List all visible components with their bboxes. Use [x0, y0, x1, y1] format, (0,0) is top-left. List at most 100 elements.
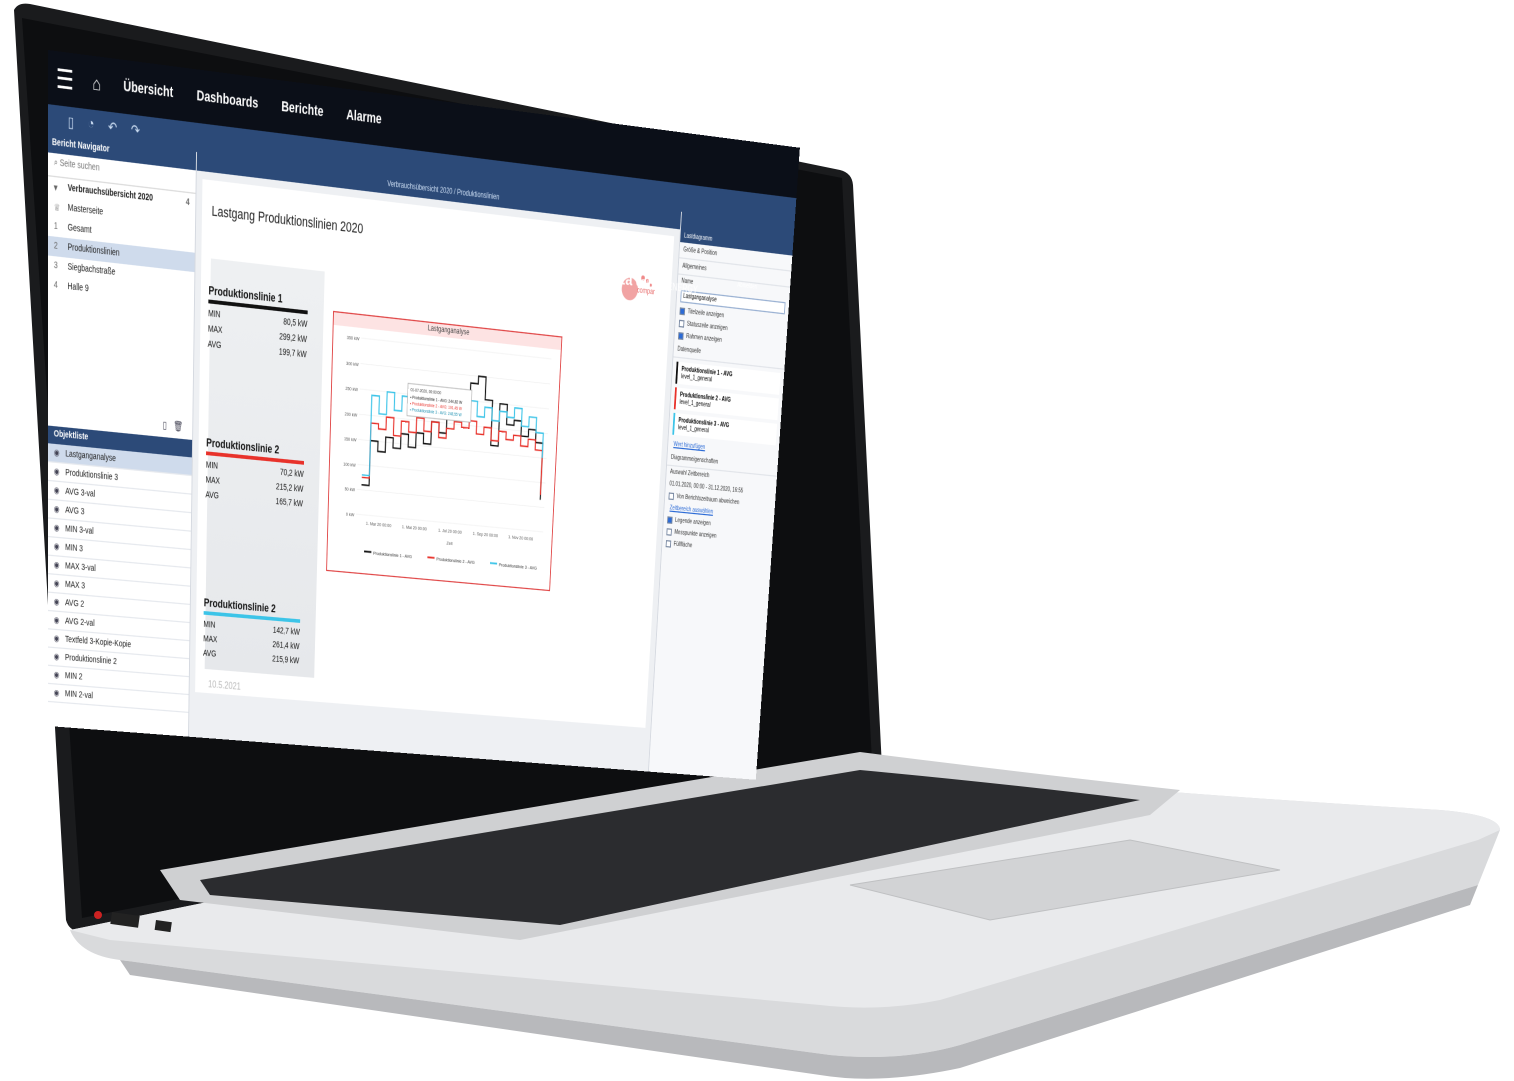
- kpi-label: MIN: [203, 620, 216, 631]
- check-label: Legende anzeigen: [674, 517, 711, 528]
- report-page: Lastgang Produktionslinien 2020 company …: [195, 179, 675, 728]
- legend-swatch: [427, 557, 434, 558]
- object-label: Produktionslinie 3: [65, 468, 119, 483]
- menu-icon[interactable]: ☰: [48, 60, 82, 98]
- object-label: MAX 3-val: [65, 561, 96, 573]
- visibility-icon[interactable]: ◉: [54, 597, 65, 608]
- nav-berichte[interactable]: Berichte: [270, 98, 336, 122]
- page-num: 2: [53, 241, 58, 252]
- visibility-icon[interactable]: ◉: [54, 634, 65, 645]
- x-tick-label: 1. Mar 20 00:00: [366, 521, 392, 530]
- object-label: AVG 3-val: [65, 487, 96, 499]
- checkbox[interactable]: [667, 516, 673, 524]
- y-tick-label: 350 kW: [347, 335, 360, 343]
- redo-icon[interactable]: ↷: [131, 121, 140, 139]
- checkbox[interactable]: [666, 528, 672, 536]
- report-canvas: Verbrauchsübersicht 2020 / Produktionsli…: [188, 152, 682, 772]
- master-label: Masterseite: [67, 203, 104, 218]
- object-label: MIN 3: [65, 543, 83, 554]
- y-tick-label: 250 kW: [345, 386, 358, 394]
- object-label: Textfeld 3-Kopie-Kopie: [64, 635, 132, 650]
- y-tick-label: 150 kW: [344, 436, 357, 443]
- y-tick-label: 50 kW: [344, 486, 355, 493]
- object-list: ◉ Lastganganalyse ◉ Produktionslinie 3 ◉ AVG …: [48, 443, 192, 713]
- kpi-panel[interactable]: Produktionslinie 2 MIN 142,7 kW MAX 261,4 kW…: [203, 596, 301, 666]
- object-label: AVG 2: [65, 598, 85, 609]
- nav-dashboards[interactable]: Dashboards: [185, 87, 270, 114]
- page-label: Halle 9: [67, 282, 89, 294]
- kpi-label: MAX: [203, 635, 218, 645]
- kpi-value: 215,2 kW: [275, 483, 304, 495]
- visibility-icon[interactable]: ◉: [54, 560, 65, 571]
- object-label: AVG 3: [65, 505, 85, 517]
- legend-label: Produktionslinie 1 - AVG: [373, 551, 412, 561]
- y-tick-label: 0 kW: [346, 512, 355, 519]
- legend-swatch: [490, 563, 497, 564]
- check-label: Füllfläche: [673, 540, 693, 550]
- object-label: MIN 2: [64, 671, 83, 682]
- page-label: Produktionslinien: [67, 243, 120, 259]
- laptop-scene: ☰ ⌂ Übersicht Dashboards Berichte Alarme…: [0, 0, 1514, 1081]
- collapse-icon[interactable]: ▾: [54, 182, 68, 194]
- y-tick-label: 300 kW: [346, 360, 359, 368]
- dashboard-icon[interactable]: ◔: [88, 116, 95, 133]
- visibility-icon[interactable]: ◉: [54, 523, 65, 534]
- object-label: MAX 3: [65, 580, 86, 591]
- kpi-label: MIN: [205, 461, 218, 472]
- crown-icon: ♕: [53, 202, 61, 213]
- report-navigator: Bericht Navigator ⌕ Seite suchen ▾ Verbra…: [48, 133, 198, 737]
- page-num: 4: [53, 280, 58, 291]
- chart-plot: 0 kW 50 kW 100 kW 150 kW 200 kW 250 kW 300 kW 3…: [343, 335, 561, 572]
- y-tick-label: 200 kW: [345, 411, 358, 419]
- checkbox[interactable]: [679, 307, 686, 316]
- object-label: MIN 3-val: [65, 524, 94, 536]
- visibility-icon[interactable]: ◉: [54, 504, 65, 515]
- legend-swatch: [364, 551, 371, 552]
- visibility-icon[interactable]: ◉: [54, 670, 65, 681]
- kpi-value: 80,5 kW: [283, 318, 308, 330]
- visibility-icon[interactable]: ◉: [54, 541, 65, 552]
- visibility-icon[interactable]: ◉: [54, 485, 66, 496]
- visibility-icon[interactable]: ◉: [54, 652, 65, 663]
- load-profile-chart[interactable]: Lastganganalyse 0 kW 50 kW 100 kW 150 kW 200…: [326, 310, 563, 592]
- home-icon[interactable]: ⌂: [82, 71, 112, 96]
- kpi-panel[interactable]: Produktionslinie 2 MIN 70,2 kW MAX 215,2 kW A…: [205, 436, 305, 509]
- object-label: AVG 2-val: [65, 616, 95, 628]
- visibility-icon[interactable]: ◉: [54, 448, 66, 459]
- visibility-icon[interactable]: ◉: [54, 467, 66, 478]
- kpi-label: AVG: [207, 340, 222, 351]
- object-label: MIN 2-val: [64, 689, 93, 701]
- legend-label: Produktionslinie 3 - AVG: [499, 562, 537, 571]
- checkbox[interactable]: [668, 492, 675, 501]
- kpi-value: 261,4 kW: [272, 641, 300, 652]
- kpi-value: 142,7 kW: [272, 626, 300, 638]
- x-tick-label: 1. Nov 20 00:00: [508, 534, 533, 542]
- x-tick-label: 1. Mai 20 00:00: [402, 524, 427, 532]
- nav-uebersicht[interactable]: Übersicht: [111, 77, 185, 102]
- kpi-label: MAX: [207, 325, 223, 336]
- nav-alarme[interactable]: Alarme: [335, 106, 394, 129]
- object-label: Produktionslinie 2: [64, 653, 117, 666]
- checkbox[interactable]: [665, 540, 672, 548]
- grid-line: [358, 464, 546, 483]
- report-date: 10.5.2021: [208, 678, 241, 693]
- checkbox[interactable]: [678, 319, 685, 328]
- add-page-icon[interactable]: ▯: [163, 419, 167, 431]
- search-placeholder: Seite suchen: [59, 159, 100, 174]
- visibility-icon[interactable]: ◉: [54, 578, 65, 589]
- page-num: 3: [53, 261, 58, 271]
- kpi-value: 299,2 kW: [279, 332, 308, 345]
- series-line: [362, 410, 544, 495]
- grid-line: [357, 489, 544, 507]
- y-tick-label: 100 kW: [343, 461, 356, 468]
- delete-page-icon[interactable]: 🗑: [173, 420, 183, 432]
- undo-icon[interactable]: ↶: [108, 118, 117, 136]
- visibility-icon[interactable]: ◉: [54, 615, 65, 626]
- page-label: Siegbachstraße: [67, 262, 116, 278]
- checkbox[interactable]: [677, 332, 684, 341]
- visibility-icon[interactable]: ◉: [54, 688, 65, 699]
- new-page-icon[interactable]: ▯: [68, 113, 74, 131]
- kpi-label: AVG: [205, 491, 219, 502]
- kpi-panel[interactable]: Produktionslinie 1 MIN 80,5 kW MAX 299,2 kW A…: [207, 284, 309, 360]
